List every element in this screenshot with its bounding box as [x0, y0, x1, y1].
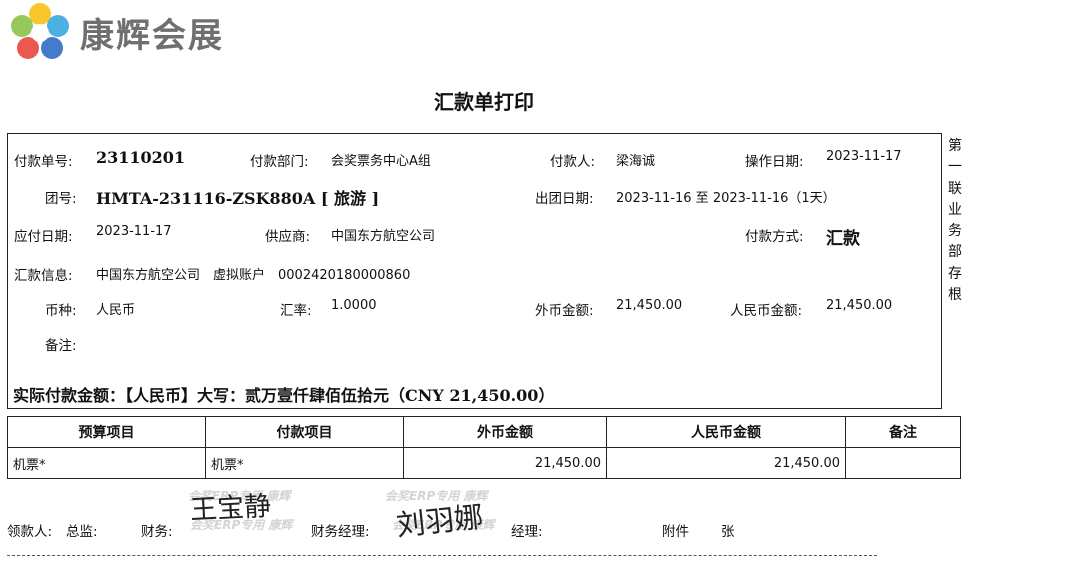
copy-note-char: 一: [948, 159, 962, 176]
company-logo: [11, 3, 69, 59]
director-label: 总监:: [66, 524, 98, 540]
remark-label: 备注:: [45, 338, 77, 354]
copy-note-char: 第: [948, 138, 962, 154]
copy-note-char: 业: [948, 201, 962, 218]
finance-label: 财务:: [141, 524, 173, 540]
pay-dept-value: 会奖票务中心A组: [331, 154, 431, 169]
pay-no-label: 付款单号:: [14, 154, 73, 170]
pay-dept-label: 付款部门:: [250, 154, 309, 170]
cut-line: [7, 555, 877, 556]
op-date-label: 操作日期:: [745, 154, 804, 170]
depart-date-label: 出团日期:: [535, 191, 594, 207]
actual-amount-text: 实际付款金额：【人民币】大写：贰万壹仟肆佰伍拾元: [13, 386, 390, 405]
receiver-label: 领款人:: [7, 524, 53, 540]
brand-name: 康辉会展: [80, 16, 224, 56]
pay-no-value: 23110201: [96, 148, 186, 167]
supplier-label: 供应商:: [265, 229, 311, 245]
cell-payment-item: 机票*: [205, 447, 404, 479]
fin-manager-signature: 刘羽娜: [394, 499, 485, 543]
rmb-amount-value: 21,450.00: [826, 298, 893, 313]
actual-amount-cny: （CNY 21,450.00）: [389, 386, 555, 405]
table-row: 机票* 机票* 21,450.00 21,450.00: [7, 447, 961, 479]
rate-label: 汇率:: [280, 303, 312, 319]
op-date-value: 2023-11-17: [826, 149, 902, 164]
due-date-value: 2023-11-17: [96, 224, 172, 239]
header-rmb-amount: 人民币金额: [606, 416, 846, 448]
group-no-value: HMTA-231116-ZSK880A [ 旅游 ]: [96, 189, 380, 208]
remit-info-label: 汇款信息:: [14, 268, 73, 284]
pay-method-value: 汇款: [826, 229, 860, 249]
header-fx-amount: 外币金额: [403, 416, 607, 448]
payer-value: 梁海诚: [616, 154, 656, 169]
fx-amount-value: 21,450.00: [616, 298, 683, 313]
rate-value: 1.0000: [331, 298, 377, 313]
attachment-label: 附件: [662, 524, 689, 540]
supplier-value: 中国东方航空公司: [331, 229, 436, 244]
currency-value: 人民币: [96, 303, 136, 318]
document-title: 汇款单打印: [434, 90, 534, 114]
fx-amount-label: 外币金额:: [535, 303, 594, 319]
pay-method-label: 付款方式:: [745, 229, 804, 245]
cell-budget-item: 机票*: [7, 447, 206, 479]
copy-note-char: 务: [948, 223, 962, 240]
finance-signature: 王宝静: [189, 490, 272, 527]
payment-items-table: 预算项目 付款项目 外币金额 人民币金额 备注 机票* 机票* 21,450.0…: [7, 416, 961, 479]
actual-amount-line: 实际付款金额：【人民币】大写：贰万壹仟肆佰伍拾元（CNY 21,450.00）: [13, 382, 554, 406]
table-header-row: 预算项目 付款项目 外币金额 人民币金额 备注: [7, 416, 961, 448]
header-remark: 备注: [845, 416, 961, 448]
cell-fx-amount: 21,450.00: [403, 447, 607, 479]
due-date-label: 应付日期:: [14, 229, 73, 245]
cell-remark: [845, 447, 961, 479]
cell-rmb-amount: 21,450.00: [606, 447, 846, 479]
copy-note-char: 根: [948, 287, 962, 304]
rmb-amount-label: 人民币金额:: [730, 303, 803, 319]
depart-date-value: 2023-11-16 至 2023-11-16（1天）: [616, 191, 836, 206]
attachment-unit: 张: [721, 524, 735, 540]
header-budget-item: 预算项目: [7, 416, 206, 448]
copy-note: 第 一 联 业 务 部 存 根: [946, 136, 964, 306]
copy-note-char: 存: [948, 265, 962, 282]
fin-manager-label: 财务经理:: [311, 524, 370, 540]
copy-note-char: 部: [948, 244, 962, 261]
remit-info-value: 中国东方航空公司 虚拟账户 0002420180000860: [96, 268, 411, 283]
manager-label: 经理:: [511, 524, 543, 540]
copy-note-char: 联: [948, 180, 962, 197]
payer-label: 付款人:: [550, 154, 596, 170]
group-no-label: 团号:: [45, 191, 77, 207]
header-payment-item: 付款项目: [205, 416, 404, 448]
currency-label: 币种:: [45, 303, 77, 319]
